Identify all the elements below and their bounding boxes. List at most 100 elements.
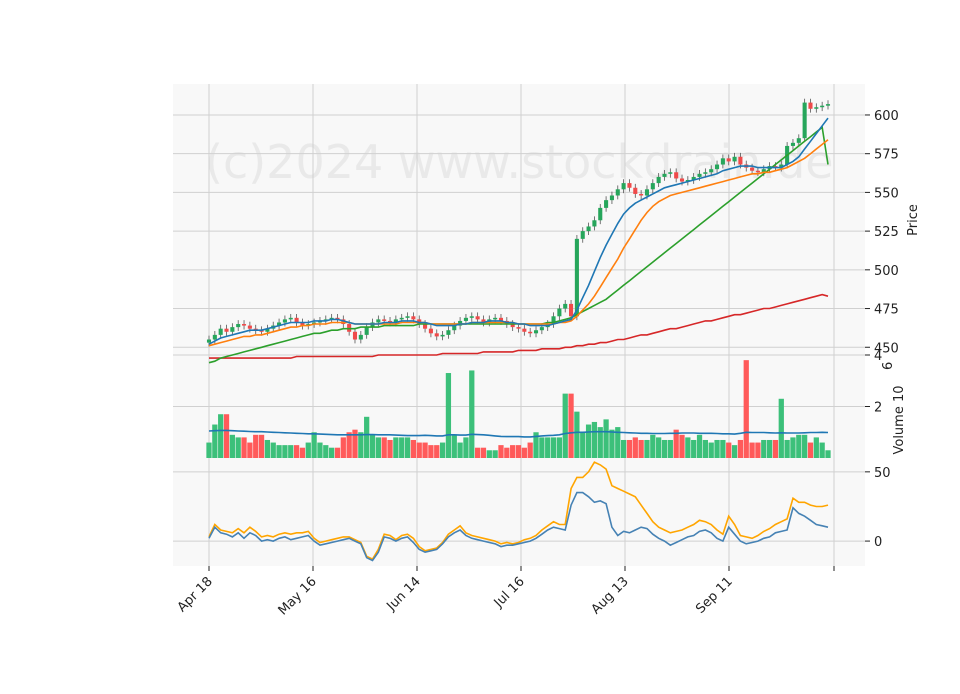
- volume-bar: [644, 439, 650, 458]
- volume-bar: [410, 439, 417, 458]
- volume-bar: [212, 424, 218, 458]
- volume-bar: [264, 439, 271, 458]
- volume-bar: [731, 445, 738, 458]
- x-tick-label: Sep 11: [693, 574, 736, 617]
- price-tick-label: 500: [874, 264, 899, 279]
- candle-body: [738, 156, 743, 165]
- volume-bar: [253, 434, 259, 458]
- volume-bar: [521, 447, 527, 458]
- candle-body: [522, 328, 527, 332]
- volume-bar: [609, 429, 615, 458]
- price-tick-label: 600: [874, 109, 899, 124]
- candle-body: [715, 164, 720, 170]
- candle-body: [533, 330, 539, 334]
- volume-bar: [480, 447, 487, 458]
- candle-body: [639, 193, 644, 196]
- volume-bar: [632, 437, 638, 458]
- candle-body: [674, 172, 679, 179]
- chart-canvas: (c)2024 www.stockdrain.de 45047550052555…: [173, 84, 921, 618]
- candle-body: [241, 324, 247, 326]
- volume-bar: [691, 439, 697, 458]
- volume-bar: [329, 447, 335, 458]
- volume-bar: [346, 432, 352, 458]
- volume-bar: [539, 437, 545, 458]
- candle-body: [820, 105, 825, 108]
- candle-body: [633, 187, 638, 194]
- candle-body: [282, 319, 287, 323]
- volume-bar: [393, 437, 399, 458]
- candle-body: [662, 173, 667, 177]
- volume-bar: [352, 429, 358, 458]
- candle-body: [586, 226, 591, 232]
- volume-bar: [580, 432, 586, 458]
- volume-bar: [293, 445, 300, 458]
- volume-bar: [784, 439, 790, 458]
- candle-body: [598, 207, 603, 221]
- volume-bar: [515, 445, 522, 458]
- volume-bar: [457, 442, 463, 458]
- volume-bar: [790, 437, 796, 458]
- volume-bar: [650, 434, 656, 458]
- volume-bar: [568, 393, 574, 458]
- candle-body: [709, 169, 714, 173]
- volume-bar: [749, 442, 755, 458]
- volume-bar: [247, 442, 253, 458]
- candle-body: [592, 220, 597, 227]
- candle-body: [557, 308, 562, 317]
- volume-bar: [317, 442, 323, 458]
- candle-body: [569, 303, 574, 317]
- candle-body: [347, 324, 352, 332]
- candle-body: [399, 317, 404, 320]
- candle-body: [218, 328, 223, 335]
- volume-bar: [439, 442, 446, 458]
- volume-bar: [504, 447, 510, 458]
- candle-body: [609, 195, 614, 201]
- volume-bar: [206, 442, 212, 458]
- volume-tick-label: 2: [874, 401, 882, 416]
- volume-bar: [638, 439, 644, 458]
- candle-body: [440, 334, 445, 337]
- volume-bar: [340, 437, 346, 458]
- volume-bar: [550, 437, 557, 458]
- volume-bar: [451, 434, 457, 458]
- candle-body: [802, 102, 807, 139]
- candle-body: [230, 327, 235, 332]
- candle-body: [825, 104, 831, 106]
- osc-panel-background: [173, 458, 865, 566]
- volume-bar: [369, 434, 376, 458]
- candle-body: [604, 200, 609, 208]
- volume-bar: [620, 439, 627, 458]
- candle-body: [814, 107, 819, 109]
- volume-bar: [270, 442, 276, 458]
- candle-body: [726, 158, 731, 162]
- oscillator-tick-label: 0: [874, 535, 882, 550]
- candle-body: [697, 173, 702, 177]
- volume-bar: [428, 445, 434, 458]
- volume-bar: [434, 445, 440, 458]
- volume-bar: [562, 393, 568, 458]
- candle-body: [206, 339, 212, 343]
- volume-bar: [591, 421, 598, 458]
- volume-bar: [556, 437, 563, 458]
- volume-bar: [404, 437, 411, 458]
- volume-bar: [422, 442, 428, 458]
- candle-body: [720, 158, 725, 165]
- candle-body: [212, 334, 217, 340]
- candle-body: [615, 189, 620, 196]
- volume-bar: [545, 437, 551, 458]
- volume-bar: [661, 439, 668, 458]
- candle-body: [463, 317, 468, 321]
- volume-bar: [778, 398, 784, 458]
- candle-body: [493, 317, 498, 320]
- volume-bar: [375, 437, 381, 458]
- candle-body: [644, 189, 650, 196]
- x-tick-label: May 16: [276, 574, 320, 618]
- volume-bar: [241, 437, 247, 458]
- volume-bar: [399, 437, 405, 458]
- volume-bar: [585, 424, 592, 458]
- volume-bar: [311, 432, 317, 458]
- volume-bar: [696, 434, 703, 458]
- volume-bar: [235, 437, 241, 458]
- volume-axis-title: Volume 10: [892, 385, 907, 454]
- price-axis-title: Price: [906, 204, 921, 236]
